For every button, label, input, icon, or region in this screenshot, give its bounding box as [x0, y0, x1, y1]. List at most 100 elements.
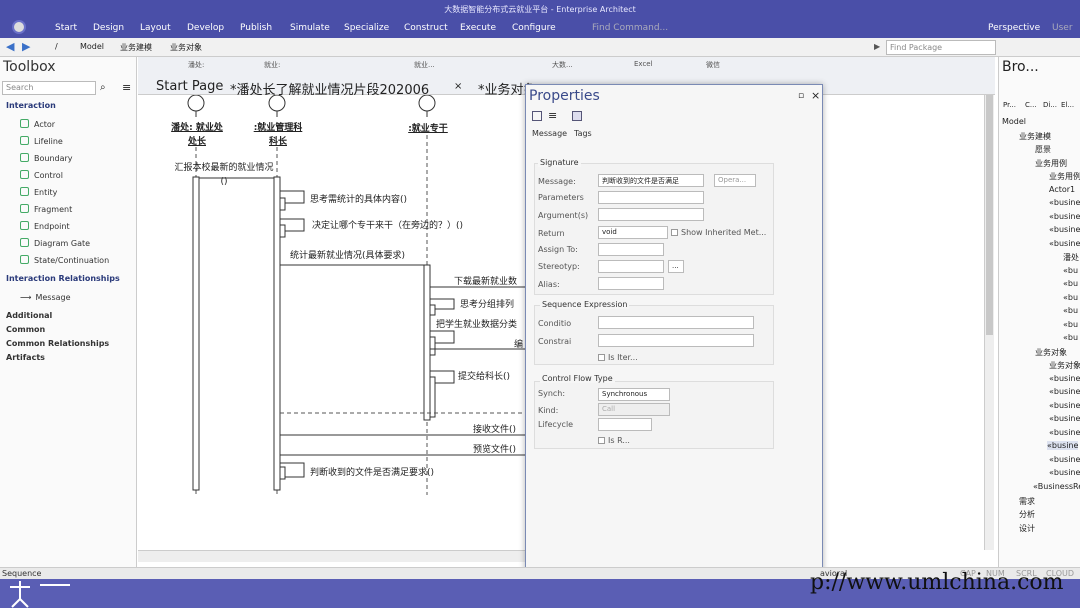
- section-interaction-relationships[interactable]: Interaction Relationships: [6, 274, 120, 283]
- lifeline-label-2[interactable]: :就业管理科科长: [250, 121, 306, 149]
- hamburger-icon[interactable]: ≡: [122, 81, 131, 94]
- find-command-input[interactable]: Find Command...: [592, 23, 668, 33]
- toolbox-search-input[interactable]: Search: [2, 81, 96, 95]
- tree-item[interactable]: «bu: [1063, 333, 1078, 342]
- tree-item[interactable]: «bu: [1063, 293, 1078, 302]
- lifeline-head-3[interactable]: [418, 95, 436, 117]
- tab-start-page[interactable]: Start Page: [156, 79, 223, 94]
- horizontal-scrollbar[interactable]: [138, 550, 528, 562]
- is-iter-checkbox[interactable]: [598, 354, 605, 361]
- menu-layout[interactable]: Layout: [140, 23, 171, 33]
- tool-endpoint[interactable]: Endpoint: [20, 221, 70, 231]
- message-label-3[interactable]: 决定让哪个专干来干（在旁边的？）(): [312, 218, 463, 231]
- tree-item-selected[interactable]: «busine: [1047, 441, 1079, 450]
- lifeline-label-3[interactable]: :就业专干: [400, 121, 456, 134]
- message-label-6[interactable]: 思考分组排列: [460, 297, 514, 310]
- menu-start[interactable]: Start: [55, 23, 77, 33]
- play-icon[interactable]: ▶: [874, 42, 880, 51]
- breadcrumb-business-model[interactable]: 业务建模: [120, 42, 152, 53]
- tree-item[interactable]: «busine: [1049, 468, 1080, 477]
- tree-item[interactable]: «busine: [1049, 239, 1080, 248]
- section-additional[interactable]: Additional: [6, 311, 52, 320]
- tool-actor[interactable]: Actor: [20, 119, 55, 129]
- message-label-7[interactable]: 把学生就业数据分类: [436, 317, 517, 330]
- message-label-4[interactable]: 统计最新就业情况(具体要求): [290, 248, 405, 261]
- activation-1[interactable]: [192, 176, 200, 491]
- message-label-9[interactable]: 提交给科长(): [458, 369, 510, 382]
- menu-develop[interactable]: Develop: [187, 23, 224, 33]
- tree-item[interactable]: «busine: [1049, 225, 1080, 234]
- tree-item[interactable]: «bu: [1063, 279, 1078, 288]
- breadcrumb-business-object[interactable]: 业务对象: [170, 42, 202, 53]
- tree-model[interactable]: Model: [1002, 117, 1026, 126]
- scroll-thumb[interactable]: [986, 95, 993, 335]
- lifecycle-combo[interactable]: [598, 418, 652, 431]
- menu-design[interactable]: Design: [93, 23, 124, 33]
- tool-entity[interactable]: Entity: [20, 187, 57, 197]
- list-icon[interactable]: ≡: [548, 109, 557, 122]
- breadcrumb-model[interactable]: Model: [80, 42, 104, 51]
- synch-combo[interactable]: Synchronous: [598, 388, 670, 401]
- activation-2d[interactable]: [279, 466, 286, 480]
- activation-2c[interactable]: [279, 224, 286, 238]
- browser-tab-diagram[interactable]: Di...: [1043, 101, 1057, 109]
- tool-boundary[interactable]: Boundary: [20, 153, 73, 163]
- activation-3[interactable]: [423, 264, 431, 421]
- stereotype-combo[interactable]: [598, 260, 664, 273]
- tree-item[interactable]: «busine: [1049, 428, 1080, 437]
- menu-specialize[interactable]: Specialize: [344, 23, 389, 33]
- tree-business-usecase[interactable]: 业务用例: [1035, 158, 1067, 169]
- is-r-checkbox[interactable]: [598, 437, 605, 444]
- lifeline-head-1[interactable]: [187, 95, 205, 117]
- message-label-10[interactable]: 接收文件(): [473, 422, 516, 435]
- close-icon[interactable]: ×: [811, 89, 820, 102]
- find-package-input[interactable]: Find Package: [886, 40, 996, 55]
- assign-to-combo[interactable]: [598, 243, 664, 256]
- lifeline-head-2[interactable]: [268, 95, 286, 117]
- tab-message[interactable]: Message: [532, 129, 567, 138]
- menu-execute[interactable]: Execute: [460, 23, 496, 33]
- constraint-field[interactable]: [598, 334, 754, 347]
- forward-icon[interactable]: ▶: [22, 40, 30, 53]
- diagram-canvas[interactable]: 潘处: 就业处处长 :就业管理科科长 :就业专干 汇报本校最新的就业情况() 思…: [138, 95, 533, 550]
- tree-item[interactable]: «busine: [1049, 212, 1080, 221]
- tool-lifeline[interactable]: Lifeline: [20, 136, 63, 146]
- tree-item[interactable]: «bu: [1063, 306, 1078, 315]
- tree-item[interactable]: «bu: [1063, 266, 1078, 275]
- vertical-scrollbar[interactable]: [984, 95, 994, 550]
- back-icon[interactable]: ◀: [6, 40, 14, 53]
- tree-business-model[interactable]: 业务建模: [1019, 131, 1051, 142]
- lifeline-label-1[interactable]: 潘处: 就业处处长: [168, 121, 226, 149]
- tree-business-object[interactable]: 业务对象: [1035, 347, 1067, 358]
- tree-item[interactable]: «busine: [1049, 401, 1080, 410]
- opera-button[interactable]: Opera...: [714, 174, 756, 187]
- properties-window[interactable]: Properties ▫ × ≡ Message Tags Signature …: [525, 84, 823, 587]
- tool-message[interactable]: ⟶ Message: [20, 293, 71, 302]
- restore-icon[interactable]: ▫: [798, 91, 804, 101]
- section-common-relationships[interactable]: Common Relationships: [6, 339, 109, 348]
- browser-tab-context[interactable]: C...: [1025, 101, 1037, 109]
- breadcrumb-root[interactable]: /: [55, 42, 58, 51]
- parameters-field[interactable]: [598, 191, 704, 204]
- activation-2b[interactable]: [279, 197, 286, 211]
- browser-tab-project[interactable]: Pr...: [1003, 101, 1016, 109]
- tree-requirements[interactable]: 需求: [1019, 496, 1035, 507]
- tree-business-usecase-diagram[interactable]: 业务用例: [1049, 171, 1080, 182]
- message-combo[interactable]: 判断收到的文件是否满足: [598, 174, 704, 187]
- tree-actor1[interactable]: Actor1: [1049, 185, 1075, 194]
- tree-business-rule[interactable]: «BusinessRe: [1033, 482, 1080, 491]
- message-label-11[interactable]: 预览文件(): [473, 442, 516, 455]
- stereotype-browse-button[interactable]: ...: [668, 260, 684, 273]
- show-inherited-checkbox[interactable]: [671, 229, 678, 236]
- tree-item[interactable]: «busine: [1049, 387, 1080, 396]
- tree-design[interactable]: 设计: [1019, 523, 1035, 534]
- tree-item[interactable]: «bu: [1063, 320, 1078, 329]
- return-field[interactable]: void: [598, 226, 668, 239]
- tree-item[interactable]: «busine: [1049, 198, 1080, 207]
- tool-diagram-gate[interactable]: Diagram Gate: [20, 238, 90, 248]
- message-label-8[interactable]: 编: [514, 337, 523, 350]
- activation-3c[interactable]: [429, 336, 436, 356]
- browser-tab-element[interactable]: El...: [1061, 101, 1074, 109]
- activation-3b[interactable]: [429, 304, 436, 316]
- tool-state-continuation[interactable]: State/Continuation: [20, 255, 109, 265]
